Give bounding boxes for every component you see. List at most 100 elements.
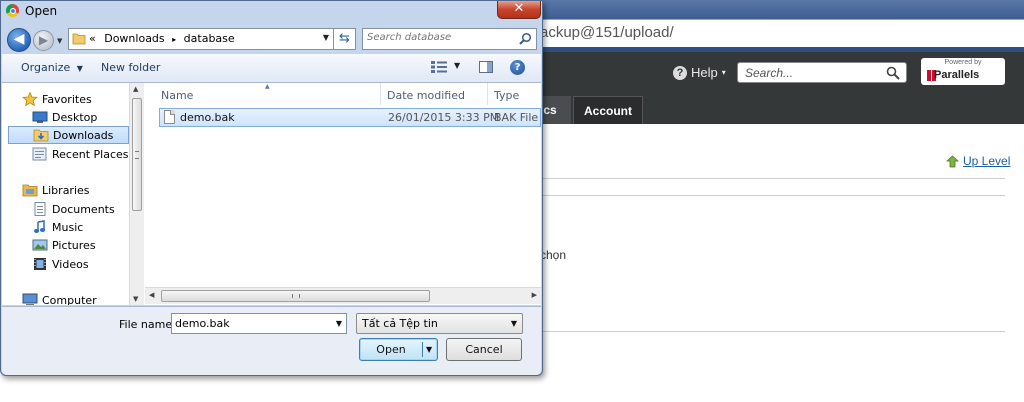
navigation-pane-scrollbar[interactable]: ▲ ▼: [129, 83, 144, 305]
chevron-down-icon[interactable]: ▼: [323, 33, 329, 42]
browser-address-bar[interactable]: ackup@151/upload/: [540, 19, 1024, 47]
file-name-input[interactable]: [175, 317, 325, 330]
pictures-icon: [32, 239, 48, 251]
nav-item-documents[interactable]: Documents: [2, 200, 129, 218]
file-name-combobox[interactable]: ▼: [171, 313, 347, 334]
scroll-left-icon[interactable]: ◀: [149, 291, 154, 299]
dialog-body: Favorites Desktop Downloads Recent Place…: [2, 83, 541, 305]
divider: [540, 331, 1005, 332]
scroll-down-icon[interactable]: ▼: [133, 295, 138, 303]
scrollbar-thumb[interactable]: [132, 98, 142, 211]
chevron-down-icon: ▾: [721, 68, 726, 77]
star-icon: [22, 92, 38, 106]
open-button-label: Open: [376, 343, 406, 356]
address-bar[interactable]: « Downloads ▸ database ▼: [68, 28, 334, 50]
help-menu[interactable]: ? Help ▾: [673, 65, 726, 80]
dialog-titlebar[interactable]: Open ✕: [1, 1, 542, 21]
nav-item-music[interactable]: Music: [2, 218, 129, 236]
navigation-bar: ◀ ▶ ▼ « Downloads ▸ database ▼ ⇆: [1, 23, 542, 53]
desktop-icon: [32, 111, 48, 123]
browser-address-text: ackup@151/upload/: [540, 24, 674, 41]
parallels-name: Parallels: [934, 69, 980, 81]
column-header-type[interactable]: Type: [488, 83, 541, 105]
nav-item-desktop[interactable]: Desktop: [2, 108, 129, 126]
file-name-label: File name:: [119, 318, 176, 331]
parallels-powered-by: Powered by: [944, 59, 982, 66]
scrollbar-thumb[interactable]: [161, 290, 430, 302]
new-folder-button[interactable]: New folder: [101, 61, 160, 74]
search-box[interactable]: [362, 28, 537, 50]
open-options-dropdown[interactable]: ▼: [426, 339, 432, 360]
parallels-bars-icon: [927, 70, 931, 81]
recent-places-icon: [32, 147, 47, 161]
partial-text: chọn: [540, 248, 567, 262]
file-date-modified: 26/01/2015 3:33 PM: [388, 111, 500, 124]
parallels-logo: Powered by Parallels: [921, 58, 1005, 85]
app-search-placeholder: Search...: [745, 66, 794, 80]
recent-locations-dropdown[interactable]: ▼: [57, 37, 62, 45]
breadcrumb-separator[interactable]: ▸: [172, 35, 176, 44]
nav-item-videos[interactable]: Videos: [2, 255, 129, 273]
music-icon: [34, 220, 45, 233]
help-icon[interactable]: ?: [510, 60, 525, 75]
nav-item-favorites[interactable]: Favorites: [2, 90, 129, 108]
file-type-select[interactable]: Tất cả Tệp tin ▼: [356, 313, 523, 334]
nav-item-libraries[interactable]: Libraries: [2, 181, 129, 199]
preview-pane-icon[interactable]: [479, 61, 493, 73]
close-button[interactable]: ✕: [497, 1, 541, 19]
search-icon[interactable]: [886, 66, 900, 80]
downloads-folder-icon: [33, 129, 49, 142]
up-level-icon: [946, 154, 959, 167]
nav-item-downloads[interactable]: Downloads: [8, 126, 129, 144]
scroll-right-icon[interactable]: ▶: [532, 291, 537, 299]
column-header-name[interactable]: Name: [155, 83, 381, 105]
nav-item-computer[interactable]: Computer: [2, 291, 129, 305]
arrow-right-icon: ▶: [38, 33, 49, 47]
dialog-footer: File name: ▼ Tất cả Tệp tin ▼ Open ▼ Can…: [2, 306, 541, 375]
divider: [540, 178, 1005, 179]
file-list-horizontal-scrollbar[interactable]: ◀ ▶: [145, 287, 541, 304]
videos-icon: [34, 258, 46, 270]
file-type-value: Tất cả Tệp tin: [362, 317, 438, 330]
forward-button[interactable]: ▶: [33, 30, 54, 51]
tab-account[interactable]: Account: [573, 96, 643, 124]
nav-item-recent-places[interactable]: Recent Places: [2, 145, 129, 163]
breadcrumb: « Downloads ▸ database: [89, 32, 235, 45]
breadcrumb-item-database[interactable]: database: [184, 32, 235, 45]
breadcrumb-overflow[interactable]: «: [89, 32, 96, 45]
navigation-pane: Favorites Desktop Downloads Recent Place…: [2, 83, 129, 305]
arrow-left-icon: ◀: [13, 31, 25, 47]
app-search-box[interactable]: Search...: [737, 62, 907, 83]
open-file-dialog: Open ✕ ◀ ▶ ▼ « Downloads ▸ database ▼ ⇆: [0, 0, 543, 376]
cancel-button[interactable]: Cancel: [446, 338, 522, 361]
search-input[interactable]: [367, 32, 512, 43]
organize-button[interactable]: Organize ▼: [21, 61, 83, 74]
refresh-icon: ⇆: [339, 31, 350, 46]
view-options-dropdown[interactable]: ▼: [454, 61, 460, 70]
file-row[interactable]: demo.bak 26/01/2015 3:33 PM BAK File: [159, 108, 541, 127]
column-header-date-modified[interactable]: Date modified: [381, 83, 488, 105]
divider: [540, 195, 1005, 196]
file-icon: [164, 110, 175, 124]
up-level-link[interactable]: Up Level: [946, 154, 1010, 168]
scroll-up-icon[interactable]: ▲: [133, 85, 138, 93]
back-button[interactable]: ◀: [7, 28, 31, 52]
search-icon[interactable]: [519, 32, 532, 45]
dialog-title: Open: [25, 4, 58, 18]
computer-icon: [22, 293, 38, 305]
breadcrumb-item-downloads[interactable]: Downloads: [104, 32, 164, 45]
refresh-button[interactable]: ⇆: [334, 28, 356, 50]
documents-icon: [34, 202, 46, 216]
help-icon: ?: [673, 65, 687, 80]
file-list: ▲ Name Date modified Type demo.bak 26/01…: [145, 83, 541, 305]
libraries-icon: [22, 184, 38, 197]
open-button[interactable]: Open ▼: [359, 338, 438, 361]
folder-icon: [72, 33, 86, 45]
change-view-icon[interactable]: [431, 61, 447, 73]
help-label: Help: [691, 65, 718, 80]
chrome-icon: [6, 4, 19, 17]
nav-item-pictures[interactable]: Pictures: [2, 236, 129, 254]
chevron-down-icon[interactable]: ▼: [336, 319, 342, 328]
chevron-down-icon: ▼: [76, 64, 83, 73]
chevron-down-icon: ▼: [510, 319, 517, 328]
